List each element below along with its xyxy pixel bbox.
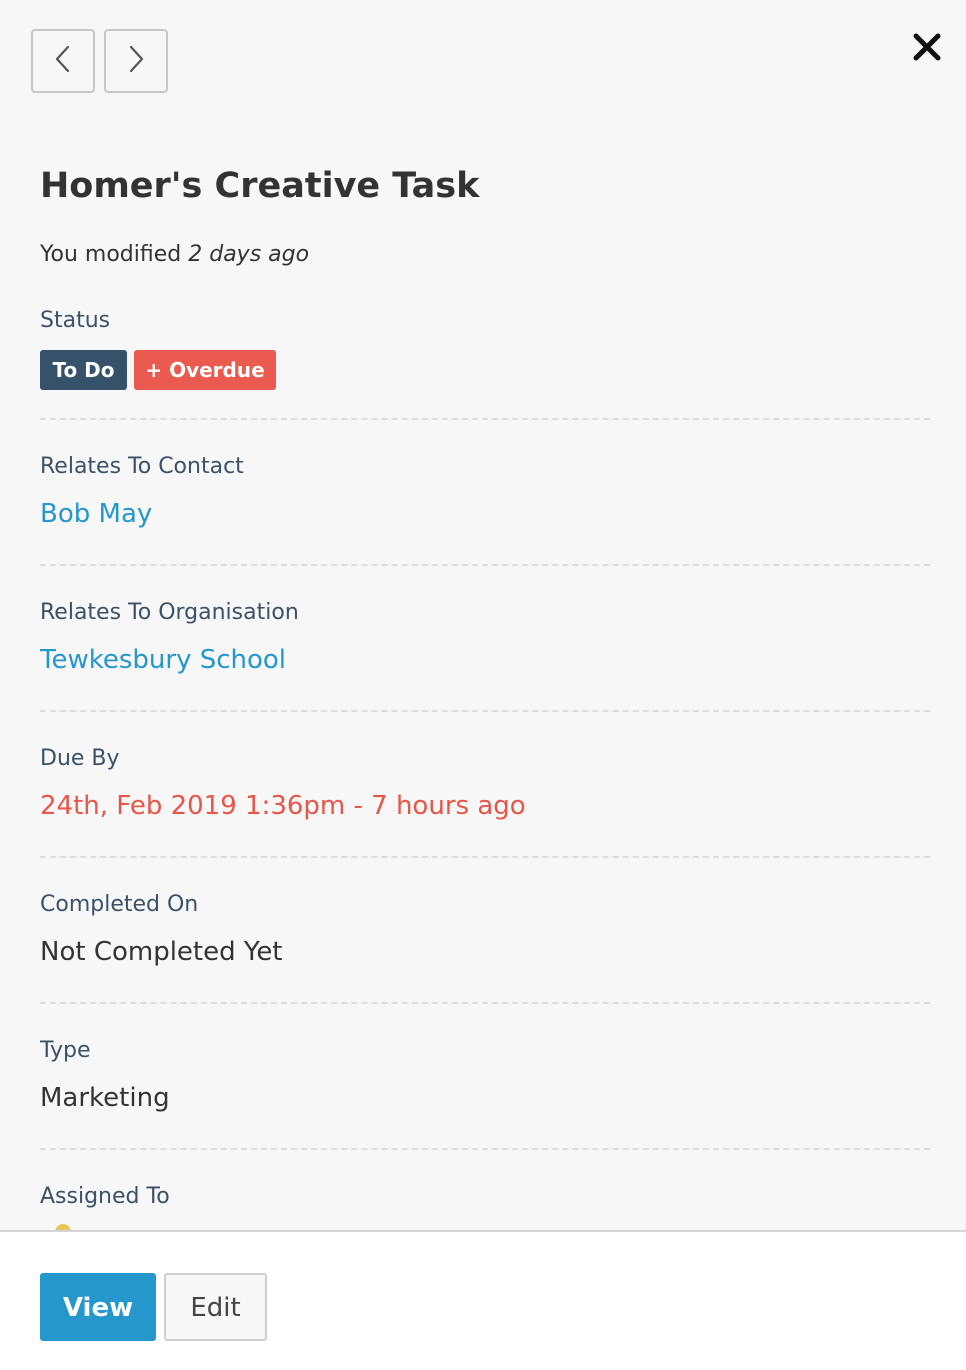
status-badge-overdue: + Overdue bbox=[134, 350, 276, 390]
contact-label: Relates To Contact bbox=[40, 454, 244, 479]
footer-actions: View Edit bbox=[0, 1230, 966, 1370]
contact-link[interactable]: Bob May bbox=[40, 496, 152, 532]
divider bbox=[40, 564, 930, 566]
divider bbox=[40, 710, 930, 712]
organisation-label: Relates To Organisation bbox=[40, 600, 299, 625]
type-value: Marketing bbox=[40, 1083, 170, 1113]
divider bbox=[40, 1002, 930, 1004]
task-details: Homer's Creative Task You modified 2 day… bbox=[40, 0, 930, 1230]
edit-button[interactable]: Edit bbox=[164, 1273, 267, 1341]
status-badge-todo: To Do bbox=[40, 350, 127, 390]
task-title: Homer's Creative Task bbox=[40, 166, 480, 206]
completed-value: Not Completed Yet bbox=[40, 937, 283, 967]
divider bbox=[40, 856, 930, 858]
task-detail-panel: Homer's Creative Task You modified 2 day… bbox=[0, 0, 966, 1370]
completed-label: Completed On bbox=[40, 892, 199, 917]
view-button[interactable]: View bbox=[40, 1273, 156, 1341]
divider bbox=[40, 418, 930, 420]
modified-prefix: You modified bbox=[40, 242, 182, 267]
status-label: Status bbox=[40, 308, 111, 333]
due-value: 24th, Feb 2019 1:36pm - 7 hours ago bbox=[40, 791, 526, 821]
assigned-label: Assigned To bbox=[40, 1184, 170, 1209]
modified-time: 2 days ago bbox=[188, 242, 310, 267]
organisation-link[interactable]: Tewkesbury School bbox=[40, 642, 286, 678]
modified-info: You modified 2 days ago bbox=[40, 238, 309, 272]
type-label: Type bbox=[40, 1038, 91, 1063]
divider bbox=[40, 1148, 930, 1150]
due-label: Due By bbox=[40, 746, 120, 771]
